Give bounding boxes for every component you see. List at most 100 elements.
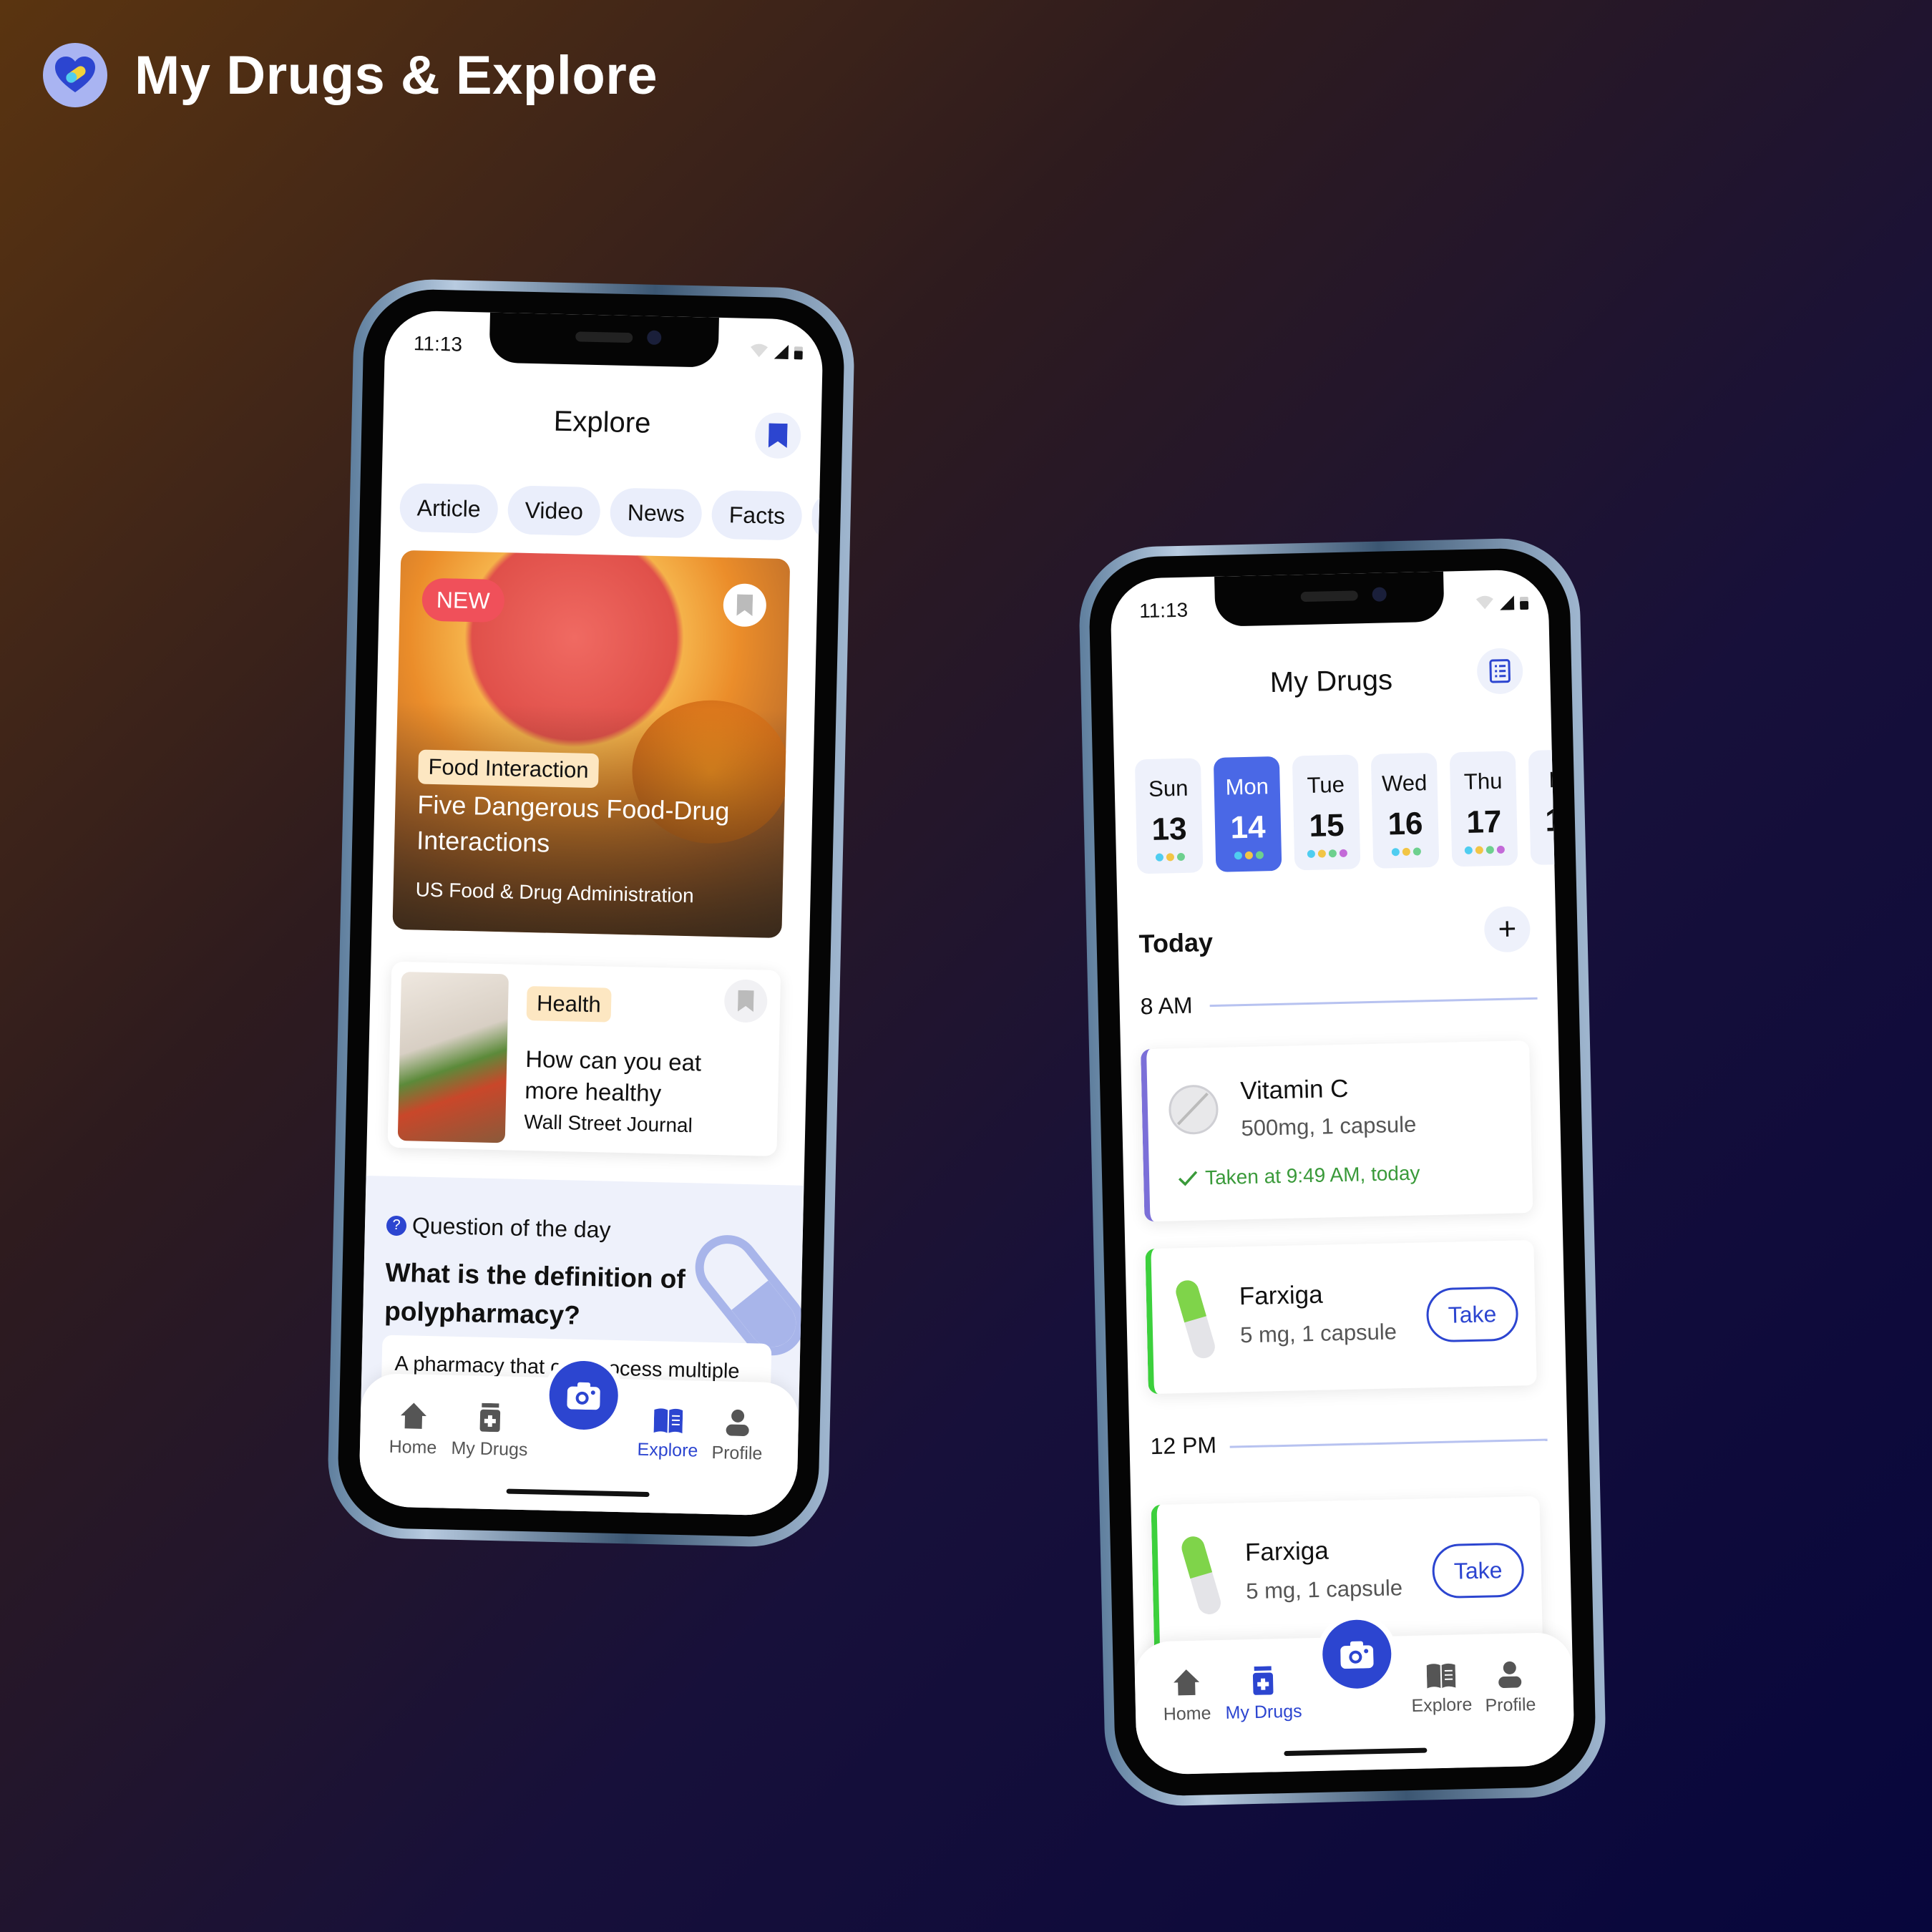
dose-dot — [1317, 849, 1327, 858]
day-date: 15 — [1308, 807, 1345, 844]
day-name: Mon — [1225, 774, 1269, 800]
dose-dot — [1485, 846, 1494, 854]
drug-name: Farxiga — [1239, 1280, 1324, 1311]
bookmark-button[interactable] — [723, 979, 768, 1023]
medicine-bottle-icon — [1252, 1666, 1274, 1695]
battery-icon — [794, 346, 803, 360]
day-name: Sun — [1148, 775, 1189, 802]
nav-profile[interactable]: Profile — [1467, 1660, 1554, 1717]
drug-name: Vitamin C — [1239, 1074, 1349, 1106]
nav-my-drugs[interactable]: My Drugs — [1220, 1665, 1307, 1724]
person-icon — [1498, 1661, 1522, 1689]
list-icon — [1489, 659, 1511, 683]
take-button[interactable]: Take — [1425, 1286, 1519, 1343]
drug-dose: 5 mg, 1 capsule — [1245, 1575, 1403, 1604]
capsule-icon — [1181, 1536, 1221, 1615]
category-tag: Food Interaction — [418, 749, 600, 789]
wifi-icon — [751, 343, 769, 358]
day-mon[interactable]: Mon 14 — [1213, 756, 1282, 872]
drug-dose: 5 mg, 1 capsule — [1239, 1319, 1397, 1348]
taken-status: Taken at 9:49 AM, today — [1178, 1162, 1420, 1191]
dose-dot — [1176, 852, 1185, 862]
nav-profile[interactable]: Profile — [694, 1407, 781, 1465]
notch — [489, 312, 719, 368]
dose-dot — [1166, 853, 1174, 862]
page-title: My Drugs & Explore — [135, 44, 658, 106]
wifi-icon — [1475, 595, 1493, 610]
question-icon: ? — [386, 1215, 407, 1236]
plus-icon: + — [1497, 911, 1517, 947]
dose-dot — [1475, 846, 1483, 854]
person-icon — [726, 1409, 749, 1437]
explore-screen: 11:13 Explore Article Video News Facts N… — [358, 310, 824, 1516]
day-date: 14 — [1230, 809, 1267, 846]
today-heading: Today — [1138, 927, 1214, 959]
dose-dot — [1496, 845, 1505, 854]
take-button[interactable]: Take — [1431, 1542, 1525, 1599]
capsule-icon — [1176, 1280, 1215, 1359]
home-indicator — [506, 1488, 650, 1498]
dose-dot — [1234, 852, 1242, 860]
camera-icon — [567, 1382, 600, 1410]
chip-facts[interactable]: Facts — [711, 489, 803, 541]
dose-dot — [1391, 848, 1400, 857]
bookmark-icon — [737, 990, 754, 1013]
chip-video[interactable]: Video — [507, 485, 601, 537]
bookmark-icon — [736, 594, 753, 617]
nav-my-drugs[interactable]: My Drugs — [447, 1402, 534, 1461]
dose-dot — [1464, 846, 1473, 855]
dose-dot — [1553, 844, 1562, 853]
dose-dot — [1255, 851, 1264, 859]
dose-dot — [1564, 844, 1573, 852]
dose-card-farxiga[interactable]: Farxiga 5 mg, 1 capsule Take — [1145, 1239, 1537, 1395]
week-day-picker: Sun 13 Mon 14 Tue 15 Wed 16 Thu 17 Fri 18 — [1134, 748, 1575, 874]
chip-more[interactable] — [811, 492, 824, 542]
status-time: 11:13 — [413, 332, 463, 356]
dose-dot — [1307, 849, 1316, 858]
drug-name: Farxiga — [1244, 1536, 1330, 1567]
new-badge: NEW — [421, 577, 505, 623]
dose-card-vitamin-c[interactable]: Vitamin C 500mg, 1 capsule Taken at 9:49… — [1141, 1040, 1533, 1222]
dose-dots — [1452, 845, 1518, 855]
day-name: Tue — [1307, 771, 1345, 798]
camera-scan-button[interactable] — [542, 1354, 625, 1437]
day-wed[interactable]: Wed 16 — [1370, 752, 1440, 869]
dose-dots — [1373, 847, 1439, 857]
article-source: Wall Street Journal — [524, 1110, 693, 1137]
camera-scan-button[interactable] — [1316, 1613, 1398, 1695]
dose-dots — [1216, 851, 1282, 860]
day-fri[interactable]: Fri 18 — [1528, 748, 1575, 865]
add-drug-button[interactable]: + — [1483, 905, 1531, 953]
status-time: 11:13 — [1138, 598, 1189, 623]
chip-news[interactable]: News — [610, 487, 703, 539]
heart-pill-logo-icon — [43, 43, 107, 107]
drug-dose: 500mg, 1 capsule — [1241, 1111, 1417, 1141]
notch — [1214, 571, 1445, 627]
dose-dots — [1137, 852, 1203, 862]
check-icon — [1178, 1171, 1198, 1186]
chip-article[interactable]: Article — [399, 482, 499, 534]
signal-icon — [774, 345, 789, 360]
featured-article-card[interactable]: NEW Food Interaction Five Dangerous Food… — [392, 550, 791, 939]
category-tag: Health — [526, 985, 612, 1023]
home-icon — [401, 1402, 426, 1429]
dose-dot — [1413, 847, 1421, 856]
status-icons — [1475, 594, 1529, 611]
day-thu[interactable]: Thu 17 — [1449, 751, 1518, 867]
nav-home[interactable]: Home — [1143, 1667, 1231, 1726]
day-sun[interactable]: Sun 13 — [1134, 758, 1204, 874]
day-tue[interactable]: Tue 15 — [1292, 754, 1361, 871]
day-date: 17 — [1465, 804, 1502, 840]
dose-dot — [1244, 851, 1253, 859]
nav-home[interactable]: Home — [370, 1400, 457, 1459]
article-thumbnail — [397, 972, 509, 1143]
day-date: 16 — [1387, 806, 1424, 842]
article-card[interactable]: Health How can you eat more healthy Wall… — [387, 961, 781, 1156]
saved-bookmarks-button[interactable] — [754, 412, 801, 459]
category-chips: Article Video News Facts — [399, 482, 824, 542]
article-title: How can you eat more healthy — [524, 1045, 702, 1107]
tablet-icon — [1169, 1085, 1219, 1135]
day-name: Wed — [1381, 770, 1428, 796]
home-icon — [1174, 1669, 1200, 1696]
bottom-nav: Home My Drugs Explore Profile — [358, 1354, 800, 1516]
